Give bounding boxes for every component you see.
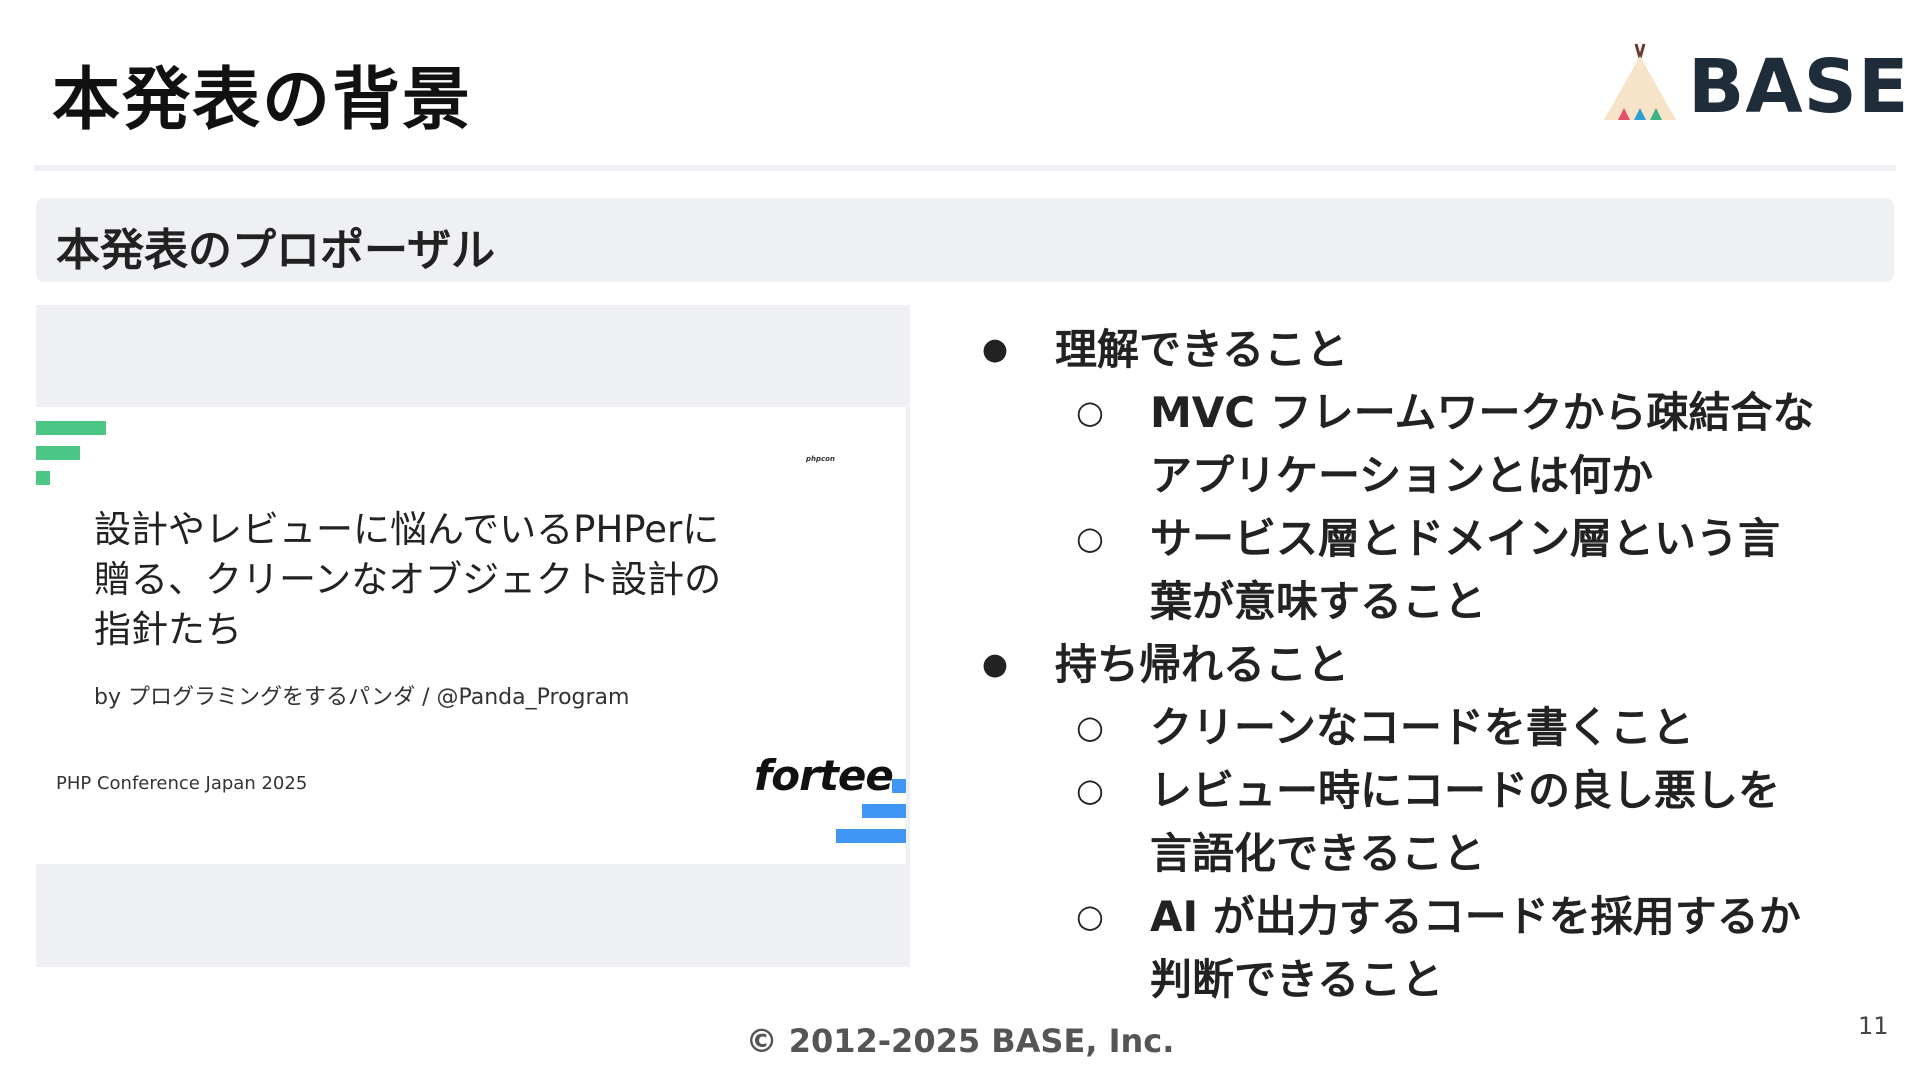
talk-title: 設計やレビューに悩んでいるPHPerに 贈る、クリーンなオブジェクト設計の 指針…	[94, 505, 794, 655]
bullet-text: サービス層とドメイン層という言	[1150, 514, 1781, 563]
bullet-text: クリーンなコードを書くこと	[1150, 703, 1694, 752]
bullet-text: MVC フレームワークから疎結合な	[1150, 388, 1815, 437]
blue-bar-2	[862, 804, 906, 818]
section-bar: 本発表のプロポーザル	[36, 198, 1894, 282]
sub-bullet-item: ○ サービス層とドメイン層という言	[975, 507, 1895, 570]
sub-bullet-continuation: 言語化できること	[975, 822, 1895, 885]
bullet-item: ● 理解できること	[975, 318, 1895, 381]
bullet-marker: ●	[981, 647, 1009, 682]
page-number: 11	[1858, 1012, 1889, 1040]
bullet-text: 理解できること	[1055, 325, 1349, 374]
sub-bullet-continuation: 判断できること	[975, 948, 1895, 1011]
section-label: 本発表のプロポーザル	[56, 225, 496, 276]
copyright-footer: © 2012-2025 BASE, Inc.	[745, 1022, 1175, 1060]
sub-bullet-marker: ○	[1076, 771, 1104, 809]
sub-bullet-item: ○ MVC フレームワークから疎結合な	[975, 381, 1895, 444]
bullet-list: ● 理解できること ○ MVC フレームワークから疎結合な アプリケーションとは何か…	[975, 318, 1895, 1011]
proposal-thumbnail: phpcon 設計やレビューに悩んでいるPHPerに 贈る、クリーンなオブジェク…	[36, 407, 906, 864]
sub-bullet-item: ○ レビュー時にコードの良し悪しを	[975, 759, 1895, 822]
sub-bullet-marker: ○	[1076, 393, 1104, 431]
bullet-text: 判断できること	[1150, 955, 1444, 1004]
sub-bullet-marker: ○	[1076, 708, 1104, 746]
sub-bullet-item: ○ AI が出力するコードを採用するか	[975, 885, 1895, 948]
bullet-text: 言語化できること	[1150, 829, 1486, 878]
sub-bullet-item: ○ クリーンなコードを書くこと	[975, 696, 1895, 759]
talk-title-line: 贈る、クリーンなオブジェクト設計の	[94, 558, 722, 601]
conference-name: PHP Conference Japan 2025	[56, 773, 308, 794]
bullet-text: レビュー時にコードの良し悪しを	[1150, 766, 1781, 815]
logo-text: BASE	[1688, 44, 1910, 130]
green-bar-1	[36, 421, 106, 435]
bullet-text: 葉が意味すること	[1150, 577, 1487, 626]
bullet-text: アプリケーションとは何か	[1150, 451, 1654, 500]
slide-title: 本発表の背景	[52, 61, 473, 140]
bullet-text: 持ち帰れること	[1055, 640, 1350, 689]
sub-bullet-continuation: 葉が意味すること	[975, 570, 1895, 633]
bullet-text: AI が出力するコードを採用するか	[1150, 892, 1801, 941]
blue-bar-1	[892, 779, 906, 793]
talk-title-line: 設計やレビューに悩んでいるPHPerに	[94, 508, 720, 551]
proposal-thumbnail-frame: phpcon 設計やレビューに悩んでいるPHPerに 贈る、クリーンなオブジェク…	[36, 305, 910, 967]
phpcon-tag: phpcon	[806, 455, 835, 463]
fortee-logo: fortee	[754, 751, 894, 800]
blue-bar-3	[836, 829, 906, 843]
sub-bullet-marker: ○	[1076, 897, 1104, 935]
base-logo: BASE	[1600, 38, 1909, 130]
talk-author: by プログラミングをするパンダ / @Panda_Program	[94, 685, 630, 710]
bullet-marker: ●	[981, 332, 1009, 367]
green-bar-2	[36, 446, 80, 460]
green-bar-3	[36, 471, 50, 485]
sub-bullet-continuation: アプリケーションとは何か	[975, 444, 1895, 507]
title-divider	[34, 165, 1896, 171]
bullet-item: ● 持ち帰れること	[975, 633, 1895, 696]
tent-icon	[1604, 43, 1676, 120]
talk-title-line: 指針たち	[94, 608, 242, 651]
sub-bullet-marker: ○	[1076, 519, 1104, 557]
